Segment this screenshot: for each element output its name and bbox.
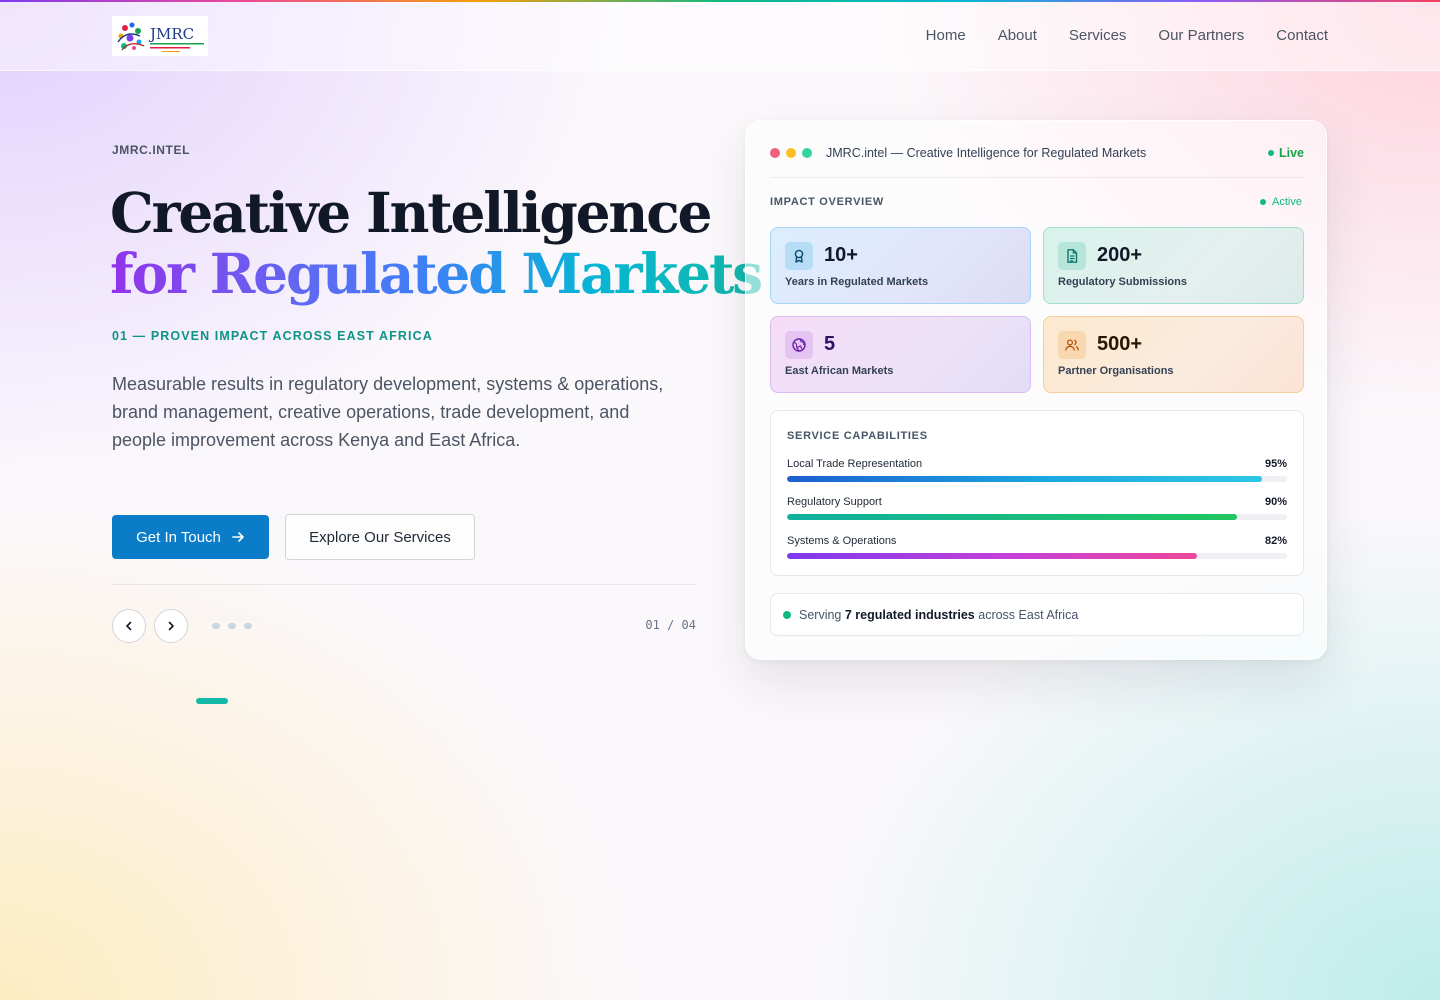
- stat-label: Years in Regulated Markets: [785, 276, 929, 288]
- previous-slide-button[interactable]: [112, 609, 146, 643]
- award-icon: [785, 242, 813, 270]
- capability-percent: 82%: [1264, 535, 1287, 547]
- stat-card-markets: 5 East African Markets: [770, 316, 1031, 393]
- dashboard-window-title: JMRC.intel — Creative Intelligence for R…: [826, 146, 1147, 160]
- serving-industries-banner: Serving 7 regulated industries across Ea…: [770, 593, 1304, 636]
- globe-icon: [785, 331, 813, 359]
- capability-progress-fill: [787, 514, 1237, 520]
- slide-dot[interactable]: [212, 623, 220, 629]
- live-status-badge: Live: [1267, 146, 1304, 160]
- dashboard-window-header: JMRC.intel — Creative Intelligence for R…: [770, 121, 1304, 178]
- serving-prefix: Serving: [799, 607, 845, 622]
- explore-services-button[interactable]: Explore Our Services: [285, 514, 475, 560]
- get-in-touch-label: Get In Touch: [136, 528, 221, 546]
- stat-value: 500+: [1097, 333, 1143, 355]
- slide-dot[interactable]: [244, 623, 252, 629]
- service-capabilities-label: SERVICE CAPABILITIES: [787, 430, 928, 442]
- nav-link-home[interactable]: Home: [926, 27, 966, 45]
- chevron-left-icon: [126, 621, 132, 631]
- close-dot-icon: [770, 148, 780, 158]
- headline-line-1: Creative Intelligence: [110, 180, 712, 245]
- stat-card-years: 10+ Years in Regulated Markets: [770, 227, 1031, 304]
- impact-overview-label: IMPACT OVERVIEW: [770, 196, 884, 208]
- get-in-touch-button[interactable]: Get In Touch: [112, 515, 269, 559]
- hero-kicker: 01 — PROVEN IMPACT ACROSS EAST AFRICA: [112, 329, 433, 343]
- stat-value: 5: [824, 333, 836, 355]
- nav-link-services[interactable]: Services: [1069, 27, 1127, 45]
- hero-divider: [112, 584, 696, 585]
- hero-lead: Measurable results in regulatory develop…: [112, 374, 664, 450]
- minimize-dot-icon: [786, 148, 796, 158]
- capability-name: Local Trade Representation: [787, 458, 923, 470]
- slide-dot[interactable]: [228, 623, 236, 629]
- capability-name: Systems & Operations: [787, 535, 897, 547]
- slide-indicators: [196, 623, 252, 704]
- nav-link-our-partners[interactable]: Our Partners: [1158, 27, 1244, 45]
- slide-counter: 01 / 04: [645, 618, 696, 632]
- active-dot-icon: [1260, 199, 1267, 205]
- nav-links: Home About Services Our Partners Contact: [926, 27, 1328, 45]
- capability-progress-fill: [787, 476, 1262, 482]
- impact-dashboard-card: JMRC.intel — Creative Intelligence for R…: [745, 120, 1327, 660]
- capability-progress-track: [787, 476, 1287, 482]
- status-dot-icon: [783, 610, 791, 619]
- arrow-right-icon: [232, 532, 244, 542]
- serving-highlight: 7 regulated industries: [844, 607, 975, 622]
- service-capabilities-panel: SERVICE CAPABILITIES Local Trade Represe…: [770, 410, 1304, 576]
- stat-card-submissions: 200+ Regulatory Submissions: [1043, 227, 1304, 304]
- document-icon: [1058, 242, 1086, 270]
- chevron-right-icon: [168, 621, 174, 631]
- stat-label: Partner Organisations: [1058, 365, 1174, 377]
- capability-percent: 90%: [1264, 496, 1287, 508]
- nav-link-contact[interactable]: Contact: [1276, 27, 1328, 45]
- live-label: Live: [1278, 146, 1304, 160]
- headline-line-2: for Regulated Markets: [110, 241, 763, 306]
- capability-name: Regulatory Support: [787, 496, 882, 508]
- stat-value: 10+: [824, 244, 858, 266]
- hero-eyebrow: JMRC.INTEL: [112, 143, 190, 157]
- capability-progress-fill: [787, 553, 1197, 559]
- active-status-badge: Active: [1260, 196, 1302, 208]
- stat-label: East African Markets: [785, 365, 894, 377]
- capability-progress-track: [787, 514, 1287, 520]
- serving-suffix: across East Africa: [974, 607, 1079, 622]
- nav-link-about[interactable]: About: [998, 27, 1037, 45]
- users-icon: [1058, 331, 1086, 359]
- top-navigation: JMRC Home About Services Our Partners Co…: [0, 2, 1440, 71]
- stat-value: 200+: [1097, 244, 1143, 266]
- capability-progress-track: [787, 553, 1287, 559]
- capability-percent: 95%: [1264, 458, 1287, 470]
- next-slide-button[interactable]: [154, 609, 188, 643]
- active-label: Active: [1272, 196, 1302, 208]
- hero-headline: Creative Intelligence for Regulated Mark…: [110, 180, 763, 306]
- maximize-dot-icon: [802, 148, 812, 158]
- jmrc-logo[interactable]: JMRC: [112, 16, 208, 56]
- slide-dot[interactable]: [196, 698, 228, 704]
- live-dot-icon: [1267, 150, 1274, 156]
- stat-card-partners: 500+ Partner Organisations: [1043, 316, 1304, 393]
- window-controls: [770, 148, 812, 158]
- stat-label: Regulatory Submissions: [1058, 276, 1187, 288]
- logo-wordmark: JMRC: [148, 25, 194, 43]
